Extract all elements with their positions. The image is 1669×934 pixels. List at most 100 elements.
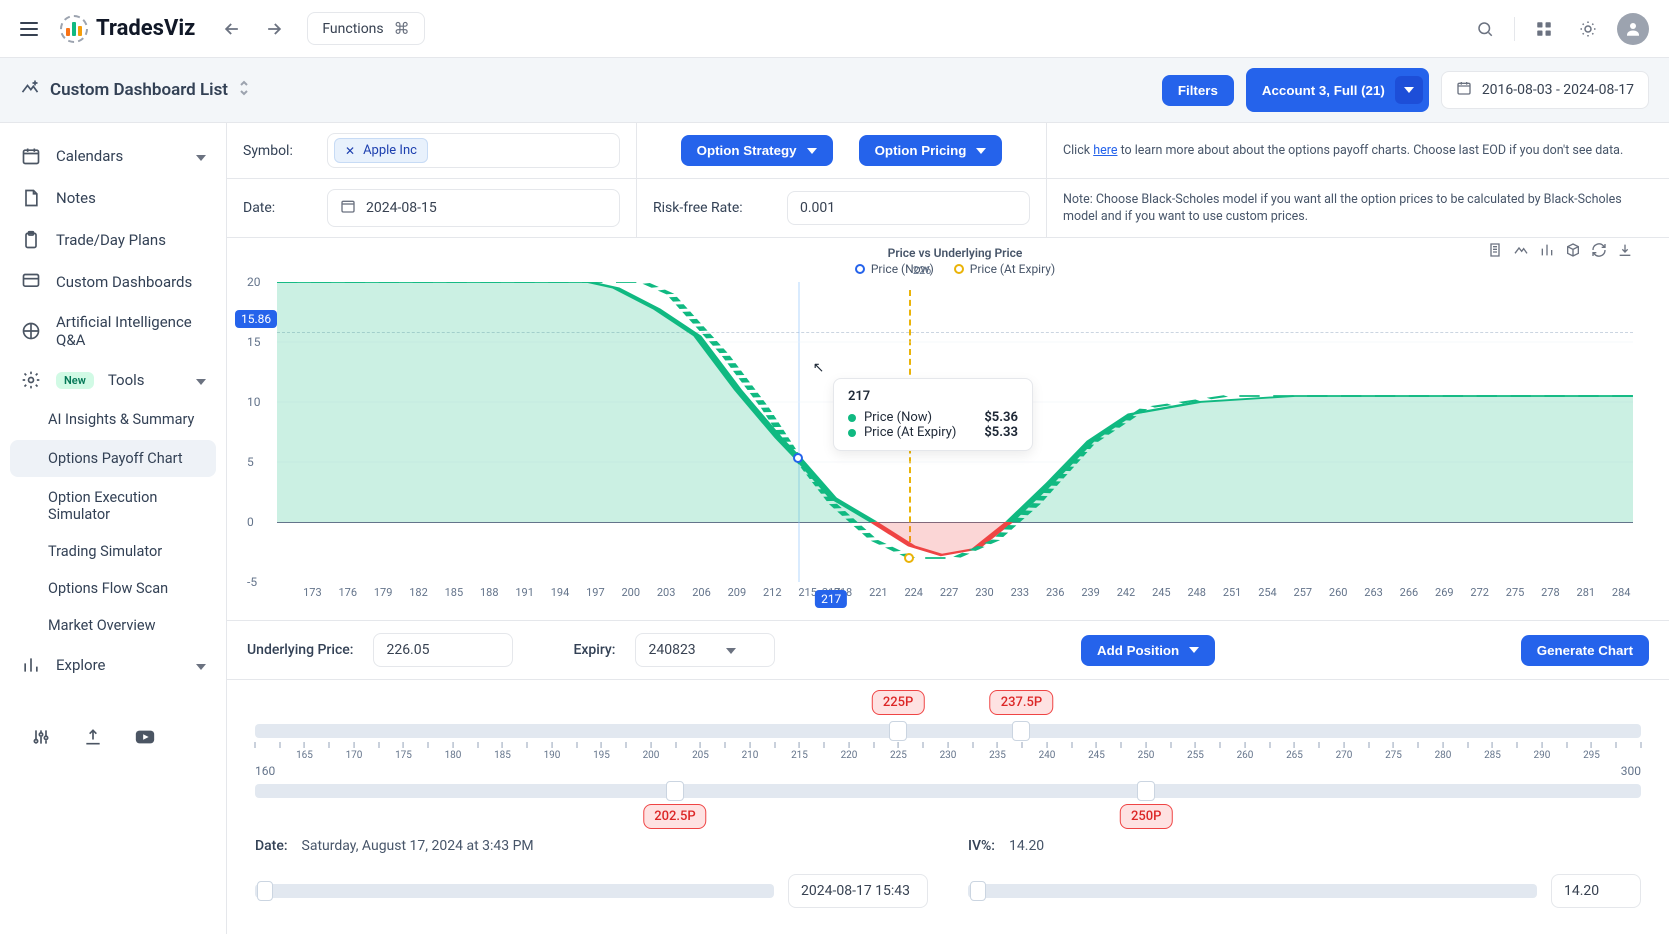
x-tick: 209: [728, 586, 747, 599]
sliders-icon[interactable]: [30, 726, 52, 748]
sidebar-item-dashboards[interactable]: Custom Dashboards: [0, 261, 226, 303]
back-arrow-icon[interactable]: [219, 16, 245, 42]
sidebar-item-label: Artificial Intelligence Q&A: [56, 313, 206, 349]
strike-chip-237p[interactable]: 237.5P: [990, 690, 1053, 715]
sidebar-item-label: Calendars: [56, 147, 123, 165]
sidebar-item-tools[interactable]: New Tools: [0, 359, 226, 401]
x-tick: 254: [1258, 586, 1277, 599]
ruler-tick: [378, 742, 379, 750]
plot-area[interactable]: 20 15 10 5 0 -5: [277, 282, 1633, 582]
sidebar-item-flow-scan[interactable]: Options Flow Scan: [0, 570, 226, 607]
title-selector-icon[interactable]: [238, 80, 250, 101]
ruler-tick: 245: [1088, 742, 1105, 761]
symbol-input[interactable]: ✕ Apple Inc: [327, 133, 620, 168]
strike-chip-202p[interactable]: 202.5P: [643, 804, 706, 829]
box-icon[interactable]: [1565, 242, 1581, 262]
slider-thumb[interactable]: [889, 721, 907, 741]
strike-chip-250p[interactable]: 250P: [1120, 804, 1172, 829]
x-tick: 206: [692, 586, 711, 599]
sidebar: Calendars Notes Trade/Day Plans Custom D…: [0, 123, 226, 934]
chip-text: Apple Inc: [363, 143, 417, 158]
iv-slider[interactable]: [968, 884, 1537, 898]
sidebar-item-option-exec[interactable]: Option Execution Simulator: [0, 479, 226, 533]
here-link[interactable]: here: [1093, 143, 1117, 158]
date-input[interactable]: 2024-08-15: [327, 189, 620, 227]
sidebar-item-label: Tools: [108, 371, 145, 389]
theme-toggle-icon[interactable]: [1573, 14, 1603, 44]
slider-thumb[interactable]: [970, 881, 986, 901]
ruler-tick: [972, 742, 973, 750]
remove-chip-icon[interactable]: ✕: [345, 144, 355, 158]
search-icon[interactable]: [1470, 14, 1500, 44]
date-bottom-input[interactable]: 2024-08-17 15:43: [788, 874, 928, 908]
symbol-chip[interactable]: ✕ Apple Inc: [334, 138, 428, 163]
ruler-tick: [1319, 742, 1320, 750]
sidebar-item-label: Trade/Day Plans: [56, 231, 166, 249]
ruler-tick: [824, 742, 825, 750]
slider-track-2[interactable]: [255, 784, 1641, 798]
date-slider[interactable]: [255, 884, 774, 898]
main-content: Symbol: ✕ Apple Inc Option Strategy Opti…: [226, 123, 1669, 934]
generate-chart-button[interactable]: Generate Chart: [1521, 635, 1649, 666]
download-icon[interactable]: [1617, 242, 1633, 262]
rate-input[interactable]: 0.001: [787, 191, 1030, 225]
sidebar-item-label: AI Insights & Summary: [48, 411, 194, 428]
slider-track-1[interactable]: [255, 724, 1641, 738]
ruler-tick: [1071, 742, 1072, 750]
apps-grid-icon[interactable]: [1529, 14, 1559, 44]
logo[interactable]: TradesViz: [60, 15, 195, 43]
x-tick: 221: [869, 586, 888, 599]
slider-thumb[interactable]: [257, 881, 273, 901]
ruler-tick: [1121, 742, 1122, 750]
line-chart-icon[interactable]: [1513, 242, 1529, 262]
bar-chart-icon[interactable]: [1539, 242, 1555, 262]
tooltip-header: 217: [848, 389, 1018, 404]
iv-input[interactable]: 14.20: [1551, 874, 1641, 908]
chart-title: Price vs Underlying Price: [277, 246, 1633, 260]
strike-chip-225p[interactable]: 225P: [872, 690, 924, 715]
underlying-price-input[interactable]: 226.05: [373, 633, 513, 667]
option-pricing-button[interactable]: Option Pricing: [859, 135, 1003, 166]
ruler-tick: 240: [1039, 742, 1056, 761]
forward-arrow-icon[interactable]: [261, 16, 287, 42]
ruler-tick: 170: [346, 742, 363, 761]
sidebar-item-market-overview[interactable]: Market Overview: [0, 607, 226, 644]
upload-icon[interactable]: [82, 726, 104, 748]
ruler-tick: 295: [1583, 742, 1600, 761]
rate-value: 0.001: [800, 200, 835, 216]
data-view-icon[interactable]: [1487, 242, 1503, 262]
functions-button[interactable]: Functions ⌘: [307, 12, 424, 45]
ruler-scale: 1651701751801851901952002052102152202252…: [255, 742, 1641, 770]
sidebar-item-calendars[interactable]: Calendars: [0, 135, 226, 177]
sidebar-item-label: Options Flow Scan: [48, 580, 168, 597]
user-avatar-icon[interactable]: [1617, 13, 1649, 45]
expiry-select[interactable]: 240823: [635, 633, 775, 667]
ruler-tick: [873, 742, 874, 750]
sidebar-item-trading-sim[interactable]: Trading Simulator: [0, 533, 226, 570]
expiry-label: Expiry:: [573, 642, 615, 658]
ruler-tick: 285: [1484, 742, 1501, 761]
sidebar-item-ai-insights[interactable]: AI Insights & Summary: [0, 401, 226, 438]
add-position-button[interactable]: Add Position: [1081, 635, 1215, 666]
ruler-tick: 205: [692, 742, 709, 761]
x-tick: 191: [515, 586, 534, 599]
price-expiry-marker-icon: [904, 553, 914, 563]
hamburger-menu-icon[interactable]: [20, 15, 48, 43]
sidebar-item-plans[interactable]: Trade/Day Plans: [0, 219, 226, 261]
x-tick: 173: [303, 586, 322, 599]
option-strategy-button[interactable]: Option Strategy: [681, 135, 833, 166]
youtube-icon[interactable]: [134, 726, 156, 748]
x-tick: 263: [1364, 586, 1383, 599]
account-selector-button[interactable]: Account 3, Full (21): [1246, 68, 1429, 112]
date-range-picker[interactable]: 2016-08-03 - 2024-08-17: [1441, 71, 1649, 109]
x-tick: 272: [1470, 586, 1489, 599]
slider-thumb[interactable]: [1012, 721, 1030, 741]
sidebar-item-explore[interactable]: Explore: [0, 644, 226, 686]
functions-label: Functions: [322, 21, 383, 37]
filters-button[interactable]: Filters: [1162, 75, 1234, 106]
sidebar-item-ai[interactable]: Artificial Intelligence Q&A: [0, 303, 226, 359]
x-axis-ticks: 1731761791821851881911941972002032062092…: [277, 586, 1633, 612]
sidebar-item-notes[interactable]: Notes: [0, 177, 226, 219]
sidebar-item-options-payoff[interactable]: Options Payoff Chart: [10, 440, 216, 477]
refresh-icon[interactable]: [1591, 242, 1607, 262]
